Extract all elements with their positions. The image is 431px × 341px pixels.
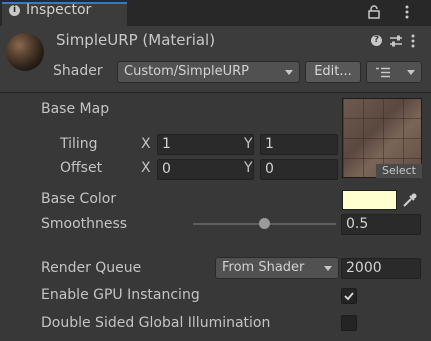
tiling-x-field[interactable]: 1 <box>157 134 254 155</box>
tab-label: Inspector <box>26 2 92 18</box>
checkmark-icon <box>344 292 354 301</box>
lock-icon[interactable] <box>368 5 380 19</box>
render-queue-field[interactable]: 2000 <box>341 258 421 279</box>
eyedropper-icon[interactable] <box>402 192 418 208</box>
render-queue-mode: From Shader <box>222 260 305 275</box>
render-queue-dropdown[interactable]: From Shader <box>215 257 339 279</box>
offset-y-field[interactable]: 0 <box>260 159 338 180</box>
base-color-swatch[interactable] <box>342 190 397 210</box>
double-sided-gi-label: Double Sided Global Illumination <box>41 315 271 331</box>
chevron-down-icon <box>324 266 332 271</box>
gpu-instancing-label: Enable GPU Instancing <box>41 287 200 303</box>
shader-label: Shader <box>53 63 103 79</box>
shader-dropdown-value: Custom/SimpleURP <box>124 64 249 79</box>
smoothness-slider-thumb[interactable] <box>259 218 270 229</box>
render-queue-label: Render Queue <box>41 260 142 276</box>
smoothness-field[interactable]: 0.5 <box>341 214 421 235</box>
offset-x-label: X <box>141 160 151 176</box>
help-icon[interactable]: ? <box>371 35 382 46</box>
chevron-down-icon <box>285 70 293 75</box>
kebab-menu-icon[interactable] <box>410 34 416 48</box>
texture-select-button[interactable]: Select <box>376 164 422 178</box>
shader-dropdown[interactable]: Custom/SimpleURP <box>117 61 300 83</box>
list-icon <box>376 67 390 78</box>
chevron-down-icon <box>407 70 415 75</box>
tiling-y-field[interactable]: 1 <box>260 134 338 155</box>
base-color-label: Base Color <box>41 191 117 207</box>
tiling-x-label: X <box>141 136 151 152</box>
preset-sliders-icon[interactable] <box>389 34 403 48</box>
tiling-label: Tiling <box>60 136 98 152</box>
offset-x-field[interactable]: 0 <box>157 159 254 180</box>
material-preview-icon <box>6 33 44 71</box>
info-icon: i <box>9 5 20 16</box>
edit-shader-button[interactable]: Edit... <box>305 61 361 83</box>
gpu-instancing-toggle[interactable] <box>341 288 357 304</box>
offset-label: Offset <box>60 160 103 176</box>
list-options-dropdown[interactable] <box>366 61 422 83</box>
double-sided-gi-toggle[interactable] <box>341 315 357 331</box>
offset-y-label: Y <box>244 160 253 176</box>
smoothness-label: Smoothness <box>41 216 128 232</box>
kebab-menu-icon[interactable] <box>404 5 410 19</box>
material-title: SimpleURP (Material) <box>56 31 216 49</box>
tiling-y-label: Y <box>244 136 253 152</box>
base-map-label: Base Map <box>41 101 110 117</box>
